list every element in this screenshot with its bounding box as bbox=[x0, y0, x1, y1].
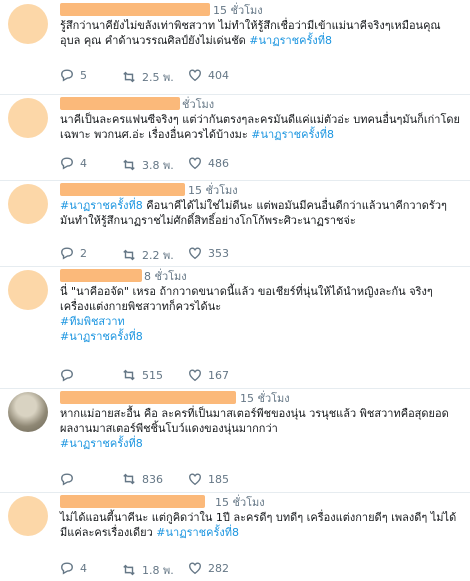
hashtag[interactable]: #นาฏราชครั้งที่8 bbox=[60, 330, 143, 343]
like-button[interactable]: 185 bbox=[188, 472, 229, 486]
heart-icon bbox=[189, 247, 201, 260]
redacted-username bbox=[60, 183, 185, 196]
reply-count: 4 bbox=[80, 561, 87, 575]
tweet-text: นี่ "นาคีออจัด" เหรอ ถ้ากวาดขนาดนี้แล้ว … bbox=[60, 284, 460, 344]
tweet[interactable]: ชั่วโมง นาคีเป็นละครแฟนซีจริงๆ แต่ว่ากัน… bbox=[0, 94, 470, 181]
retweet-count: 515 bbox=[142, 368, 163, 382]
reply-button[interactable]: 5 bbox=[60, 68, 87, 82]
retweet-icon bbox=[123, 473, 135, 485]
tweet-text: หากแม่อายสะอื้น คือ ละครที่เป็นมาสเตอร์พ… bbox=[60, 406, 460, 451]
like-button[interactable]: 167 bbox=[188, 368, 229, 382]
tweet-actions: 515 167 bbox=[60, 368, 340, 384]
reply-button[interactable]: 2 bbox=[60, 246, 87, 260]
reply-button[interactable]: 4 bbox=[60, 156, 87, 170]
like-count: 404 bbox=[208, 68, 229, 82]
heart-icon bbox=[189, 157, 201, 170]
hashtag[interactable]: #นาฏราชครั้งที่8 bbox=[249, 34, 332, 47]
retweet-icon bbox=[123, 159, 135, 171]
retweet-icon bbox=[123, 249, 135, 261]
tweet[interactable]: 8 ชั่วโมง นี่ "นาคีออจัด" เหรอ ถ้ากวาดขน… bbox=[0, 266, 470, 389]
avatar[interactable] bbox=[8, 4, 48, 44]
like-count: 353 bbox=[208, 246, 229, 260]
avatar[interactable] bbox=[8, 184, 48, 224]
tweet-actions: 836 185 bbox=[60, 472, 340, 488]
retweet-icon bbox=[123, 564, 135, 576]
tweet-text: ไม่ได้แอนตี้นาคีนะ แต่กูคิดว่าใน 1ปี ละค… bbox=[60, 510, 460, 540]
like-button[interactable]: 404 bbox=[188, 68, 229, 82]
avatar[interactable] bbox=[8, 496, 48, 536]
tweet-time[interactable]: ชั่วโมง bbox=[182, 95, 214, 113]
tweet-time[interactable]: 15 ชั่วโมง bbox=[240, 389, 290, 407]
retweet-button[interactable]: 515 bbox=[122, 368, 163, 382]
avatar[interactable] bbox=[8, 98, 48, 138]
like-button[interactable]: 486 bbox=[188, 156, 229, 170]
tweet-body: นี่ "นาคีออจัด" เหรอ ถ้ากวาดขนาดนี้แล้ว … bbox=[60, 285, 433, 313]
retweet-count: 2.2 พ. bbox=[142, 249, 174, 262]
tweet-text: รู้สึกว่านาคียังไม่ขลังเท่าพิชสวาท ไม่ทำ… bbox=[60, 18, 460, 48]
like-count: 185 bbox=[208, 472, 229, 486]
redacted-username bbox=[60, 269, 142, 282]
tweet-time[interactable]: 15 ชั่วโมง bbox=[188, 181, 238, 199]
tweet[interactable]: 15 ชั่วโมง หากแม่อายสะอื้น คือ ละครที่เป… bbox=[0, 388, 470, 493]
hashtag[interactable]: #นาฏราชครั้งที่8 bbox=[60, 437, 143, 450]
redacted-username bbox=[60, 391, 236, 404]
tweet[interactable]: 15 ชั่วโมง รู้สึกว่านาคียังไม่ขลังเท่าพิ… bbox=[0, 0, 470, 95]
reply-icon bbox=[61, 157, 73, 170]
hashtag[interactable]: #นาฏราชครั้งที่8 bbox=[156, 526, 239, 539]
tweet-actions: 4 3.8 พ. 486 bbox=[60, 156, 340, 172]
heart-icon bbox=[189, 562, 201, 575]
like-button[interactable]: 282 bbox=[188, 561, 229, 575]
avatar[interactable] bbox=[8, 392, 48, 432]
like-count: 486 bbox=[208, 156, 229, 170]
tweet-actions: 5 2.5 พ. 404 bbox=[60, 68, 340, 84]
tweet-actions: 4 1.8 พ. 282 bbox=[60, 561, 340, 577]
reply-count: 5 bbox=[80, 68, 87, 82]
tweet-body: หากแม่อายสะอื้น คือ ละครที่เป็นมาสเตอร์พ… bbox=[60, 407, 449, 435]
retweet-icon bbox=[123, 71, 135, 83]
heart-icon bbox=[189, 473, 201, 486]
hashtag[interactable]: #นาฏราชครั้งที่8 bbox=[60, 199, 143, 212]
like-button[interactable]: 353 bbox=[188, 246, 229, 260]
reply-count: 2 bbox=[80, 246, 87, 260]
heart-icon bbox=[189, 369, 201, 382]
redacted-username bbox=[60, 97, 180, 110]
reply-button[interactable]: 4 bbox=[60, 561, 87, 575]
tweet[interactable]: 15 ชั่วโมง ไม่ได้แอนตี้นาคีนะ แต่กูคิดว่… bbox=[0, 492, 470, 581]
redacted-username bbox=[60, 495, 205, 508]
tweet-actions: 2 2.2 พ. 353 bbox=[60, 246, 340, 262]
hashtag[interactable]: #นาฏราชครั้งที่8 bbox=[251, 128, 334, 141]
retweet-button[interactable]: 2.2 พ. bbox=[122, 246, 174, 264]
retweet-count: 836 bbox=[142, 472, 163, 486]
retweet-count: 2.5 พ. bbox=[142, 71, 174, 84]
reply-count: 4 bbox=[80, 156, 87, 170]
tweet-text: #นาฏราชครั้งที่8 คือนาคีได้ไม่ใช่ไม่ดีนะ… bbox=[60, 198, 460, 228]
retweet-button[interactable]: 836 bbox=[122, 472, 163, 486]
avatar[interactable] bbox=[8, 270, 48, 310]
tweet-time[interactable]: 15 ชั่วโมง bbox=[215, 493, 265, 511]
retweet-icon bbox=[123, 369, 135, 381]
retweet-count: 3.8 พ. bbox=[142, 159, 174, 172]
tweet-feed: 15 ชั่วโมง รู้สึกว่านาคียังไม่ขลังเท่าพิ… bbox=[0, 0, 470, 581]
tweet-time[interactable]: 8 ชั่วโมง bbox=[144, 267, 187, 285]
reply-icon bbox=[61, 473, 73, 486]
reply-button[interactable] bbox=[60, 472, 80, 486]
reply-button[interactable] bbox=[60, 368, 80, 382]
tweet-time[interactable]: 15 ชั่วโมง bbox=[213, 1, 263, 19]
reply-icon bbox=[61, 562, 73, 575]
hashtag[interactable]: #ทีมพิชสวาท bbox=[60, 315, 125, 328]
retweet-count: 1.8 พ. bbox=[142, 564, 174, 577]
retweet-button[interactable]: 2.5 พ. bbox=[122, 68, 174, 86]
tweet-text: นาคีเป็นละครแฟนซีจริงๆ แต่ว่ากันตรงๆละคร… bbox=[60, 112, 460, 142]
tweet[interactable]: 15 ชั่วโมง #นาฏราชครั้งที่8 คือนาคีได้ไม… bbox=[0, 180, 470, 267]
reply-icon bbox=[61, 247, 73, 260]
like-count: 167 bbox=[208, 368, 229, 382]
reply-icon bbox=[61, 69, 73, 82]
retweet-button[interactable]: 1.8 พ. bbox=[122, 561, 174, 579]
tweet-body: ไม่ได้แอนตี้นาคีนะ แต่กูคิดว่าใน 1ปี ละค… bbox=[60, 511, 457, 539]
retweet-button[interactable]: 3.8 พ. bbox=[122, 156, 174, 174]
redacted-username bbox=[60, 3, 210, 16]
heart-icon bbox=[189, 69, 201, 82]
reply-icon bbox=[61, 369, 73, 382]
like-count: 282 bbox=[208, 561, 229, 575]
